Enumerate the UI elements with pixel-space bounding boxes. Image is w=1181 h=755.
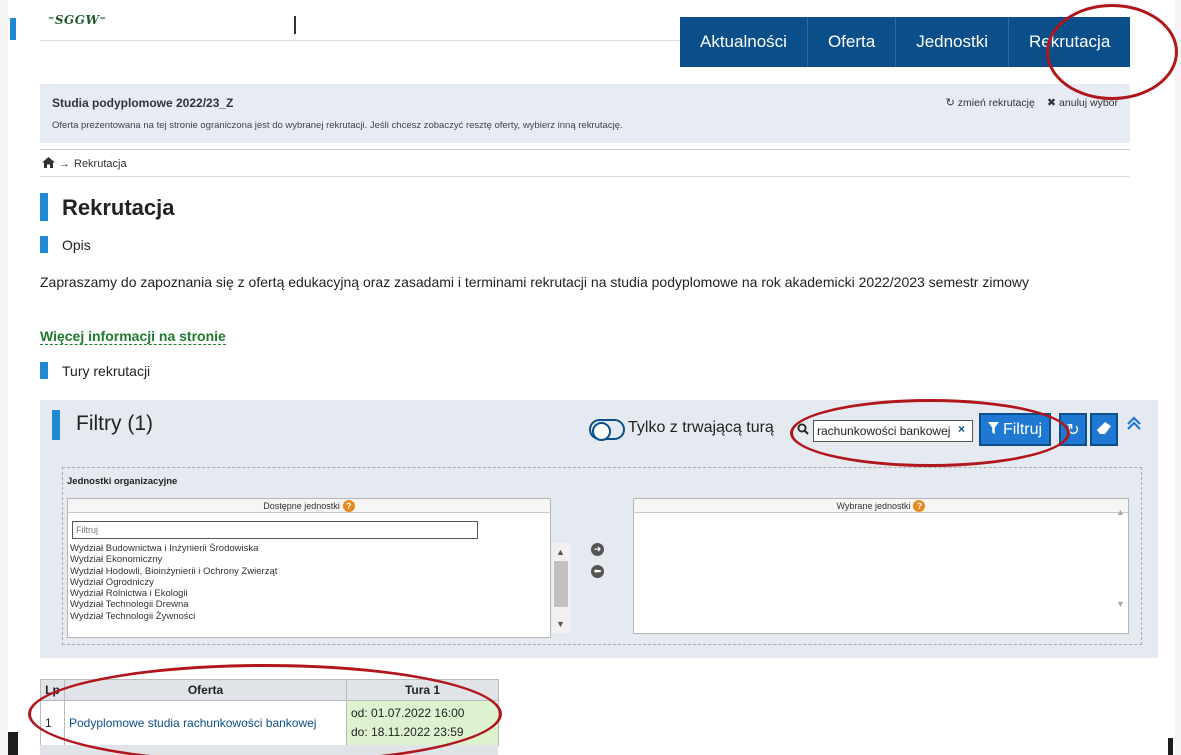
unit-item[interactable]: Wydział Ekonomiczny <box>70 554 552 565</box>
funnel-icon <box>987 421 999 439</box>
recruitment-title: Studia podyplomowe 2022/23_Z <box>52 96 234 110</box>
table-row: 1 Podyplomowe studia rachunkowości banko… <box>40 700 499 746</box>
recruitment-info-box: Studia podyplomowe 2022/23_Z Oferta prez… <box>40 84 1130 143</box>
selected-units-label: Wybrane jednostki <box>836 500 911 511</box>
unit-item[interactable]: Wydział Ogrodniczy <box>70 577 552 588</box>
more-info-link[interactable]: Więcej informacji na stronie <box>40 328 226 345</box>
unit-item[interactable]: Wydział Technologii Żywności <box>70 611 552 622</box>
nav-aktualnosci[interactable]: Aktualności <box>680 17 808 67</box>
bottom-right-edge <box>1168 738 1173 755</box>
reset-icon: ↻ <box>1066 421 1080 439</box>
change-recruitment-link[interactable]: ↻ zmień rekrutację <box>946 96 1035 109</box>
left-edge-strip <box>0 0 8 755</box>
section-opis: Opis <box>62 237 91 253</box>
unit-item[interactable]: Wydział Hodowli, Bioinżynierii i Ochrony… <box>70 566 552 577</box>
row-lp: 1 <box>40 700 65 746</box>
page-description: Zapraszamy do zapoznania się z ofertą ed… <box>40 274 1030 290</box>
refresh-icon: ↻ <box>945 97 955 109</box>
header-separator <box>294 16 296 34</box>
column-header-lp: Lp <box>40 679 65 701</box>
available-units-panel: Dostępne jednostki ? Wydział Budownictwa… <box>67 498 570 638</box>
scroll-thumb[interactable] <box>554 561 568 607</box>
clear-filters-button[interactable] <box>1090 413 1118 446</box>
scroll-up-icon[interactable]: ▲ <box>1116 507 1125 517</box>
header-rule <box>40 40 685 41</box>
table-header-row: Lp Oferta Tura 1 <box>40 679 499 701</box>
search-icon <box>797 423 809 438</box>
available-units-label: Dostępne jednostki <box>263 500 340 511</box>
filter-button-label: Filtruj <box>1002 420 1043 438</box>
tura-dates: od: 01.07.2022 16:00 do: 18.11.2022 23:5… <box>346 700 499 746</box>
filters-title: Filtry (1) <box>76 412 153 435</box>
unit-item[interactable]: Wydział Technologii Drewna <box>70 599 552 610</box>
move-right-icon[interactable]: ➜ <box>591 543 604 556</box>
opis-accent-bar <box>40 236 48 253</box>
breadcrumb-current: Rekrutacja <box>74 158 127 170</box>
breadcrumb-bottom-rule <box>40 176 1130 177</box>
recruitment-description: Oferta prezentowana na tej stronie ogran… <box>52 120 623 131</box>
results-table: Lp Oferta Tura 1 1 Podyplomowe studia ra… <box>40 679 499 746</box>
nav-rekrutacja[interactable]: Rekrutacja <box>1009 17 1130 67</box>
unit-item[interactable]: Wydział Budownictwa i Inżynierii Środowi… <box>70 543 552 554</box>
close-icon: ✖ <box>1046 97 1057 109</box>
arrow-right-icon: → <box>59 158 70 170</box>
column-header-oferta: Oferta <box>64 679 347 701</box>
breadcrumb-top-rule <box>40 149 1130 150</box>
bottom-left-edge <box>8 732 18 755</box>
page-title: Rekrutacja <box>62 195 175 220</box>
nav-jednostki[interactable]: Jednostki <box>896 17 1010 67</box>
search-input[interactable] <box>813 420 973 442</box>
change-recruitment-label: zmień rekrutację <box>957 97 1035 109</box>
available-units-scrollbar[interactable]: ▲ ▼ <box>552 543 570 633</box>
scroll-down-icon[interactable]: ▼ <box>556 619 565 629</box>
nav-oferta[interactable]: Oferta <box>808 17 897 67</box>
breadcrumb: → Rekrutacja <box>42 157 127 171</box>
sggw-logo[interactable]: ⁼SGGW⁼ <box>48 13 106 27</box>
column-header-tura: Tura 1 <box>346 679 499 701</box>
tura-to: do: 18.11.2022 23:59 <box>351 725 464 739</box>
home-icon[interactable] <box>42 157 55 171</box>
tura-from: od: 01.07.2022 16:00 <box>351 706 465 720</box>
selected-units-panel: Wybrane jednostki ? ▲ ▼ <box>633 498 1129 634</box>
help-icon[interactable]: ? <box>342 499 355 512</box>
move-left-icon[interactable]: ⬅ <box>591 565 604 578</box>
scroll-down-icon[interactable]: ▼ <box>1116 599 1125 609</box>
collapse-filters-icon[interactable] <box>1126 414 1142 437</box>
eraser-icon <box>1097 421 1111 439</box>
clear-search-icon[interactable]: × <box>958 422 965 436</box>
reset-filters-button[interactable]: ↻ <box>1059 413 1087 446</box>
ongoing-round-toggle[interactable] <box>589 419 625 441</box>
recruitment-actions: ↻ zmień rekrutację ✖ anuluj wybór <box>946 96 1118 109</box>
tury-accent-bar <box>40 362 48 379</box>
filter-button[interactable]: Filtruj <box>979 413 1051 446</box>
scroll-up-icon[interactable]: ▲ <box>556 547 565 557</box>
left-accent-bar <box>10 18 16 40</box>
help-icon[interactable]: ? <box>913 499 926 512</box>
right-edge-strip <box>1175 0 1181 755</box>
ongoing-round-label: Tylko z trwającą turą <box>628 419 774 436</box>
units-filter-input[interactable] <box>72 521 478 539</box>
available-units-list[interactable]: Wydział Budownictwa i Inżynierii Środowi… <box>70 543 552 633</box>
org-units-title: Jednostki organizacyjne <box>67 476 178 487</box>
top-navigation: Aktualności Oferta Jednostki Rekrutacja <box>680 17 1131 67</box>
filters-panel: Filtry (1) Tylko z trwającą turą × Filtr… <box>40 400 1158 658</box>
cancel-selection-label: anuluj wybór <box>1059 97 1118 109</box>
selected-units-header: Wybrane jednostki ? <box>634 499 1128 513</box>
filters-accent-bar <box>52 410 60 440</box>
offer-link[interactable]: Podyplomowe studia rachunkowości bankowe… <box>69 716 316 730</box>
table-footer-strip <box>40 745 498 755</box>
logo-text: SGGW <box>54 13 100 27</box>
available-units-header: Dostępne jednostki ? <box>68 499 550 513</box>
unit-item[interactable]: Wydział Rolnictwa i Ekologii <box>70 588 552 599</box>
org-units-box: Jednostki organizacyjne Dostępne jednost… <box>62 467 1142 645</box>
section-tury: Tury rekrutacji <box>62 363 151 379</box>
title-accent-bar <box>40 193 48 221</box>
cancel-selection-link[interactable]: ✖ anuluj wybór <box>1047 96 1118 109</box>
